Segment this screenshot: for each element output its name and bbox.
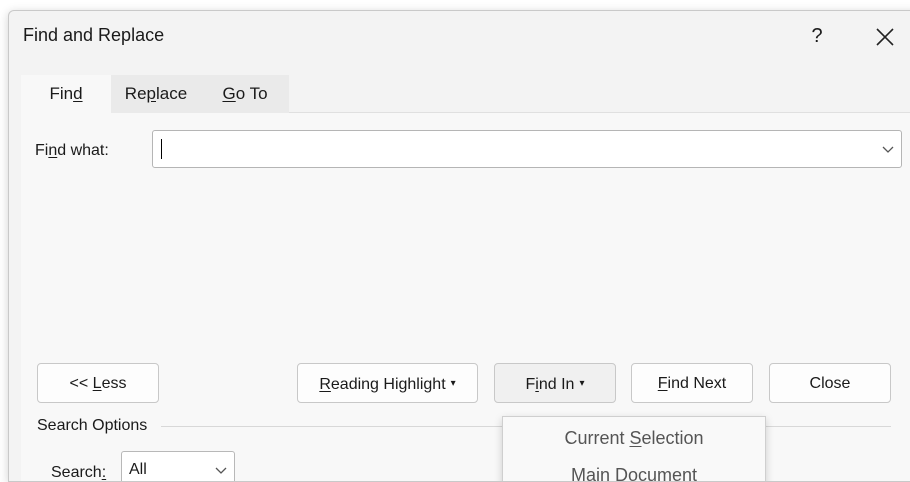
tab-replace-label-pre: Re — [124, 84, 147, 103]
tab-find-label-pre: Fin — [49, 84, 74, 103]
find-what-label: Find what: — [35, 142, 109, 160]
find-next-accel: F — [657, 375, 668, 392]
find-what-label-pre: Fi — [35, 142, 49, 159]
menu-item-current-selection[interactable]: Current Selection — [503, 420, 765, 456]
menu-item-current-selection-accel: S — [629, 428, 642, 448]
find-next-button[interactable]: Find Next — [631, 363, 753, 403]
menu-item-current-selection-post: election — [641, 428, 704, 448]
tab-find[interactable]: Find — [21, 75, 111, 114]
less-button-pre: << — [69, 375, 93, 392]
tab-find-label-accel: d — [73, 84, 83, 103]
search-direction-select[interactable]: All — [121, 451, 235, 481]
close-icon[interactable] — [871, 23, 899, 51]
tab-go-to-label-post: o To — [235, 84, 268, 103]
tab-replace-label-post: lace — [156, 84, 188, 103]
search-direction-value: All — [129, 461, 147, 478]
less-button[interactable]: << Less — [37, 363, 159, 403]
find-what-label-accel: n — [48, 142, 58, 159]
menu-item-main-document-accel: M — [570, 465, 586, 482]
text-caret — [161, 139, 162, 159]
find-next-post: ind Next — [667, 375, 727, 392]
search-options-heading: Search Options — [37, 417, 148, 434]
less-button-post: ess — [101, 375, 127, 392]
close-button[interactable]: Close — [769, 363, 891, 403]
menu-item-current-selection-pre: Current — [564, 428, 630, 448]
tab-replace-label-accel: p — [146, 84, 156, 103]
tab-go-to-label-accel: G — [222, 84, 236, 103]
chevron-down-icon[interactable] — [877, 137, 899, 161]
reading-highlight-button[interactable]: Reading Highlight ▾ — [297, 363, 478, 403]
dialog-title: Find and Replace — [23, 25, 165, 45]
less-button-accel: L — [92, 375, 102, 392]
find-in-menu: Current Selection Main Document — [502, 416, 766, 482]
title-bar: Find and Replace ? — [9, 11, 910, 61]
reading-highlight-post: eading Highlight — [330, 376, 446, 393]
find-replace-dialog: Find and Replace ? Find Replace Go To Fi… — [8, 10, 910, 482]
find-in-button[interactable]: Find In ▾ — [494, 363, 616, 403]
search-label-pre: Search — [51, 464, 102, 481]
dropdown-arrow-icon: ▾ — [579, 378, 585, 389]
help-button[interactable]: ? — [805, 22, 829, 50]
search-label-accel: : — [101, 464, 107, 481]
find-in-pre: F — [525, 376, 536, 393]
tab-replace[interactable]: Replace — [111, 75, 201, 114]
reading-highlight-accel: R — [319, 376, 331, 393]
find-what-label-post: d what: — [57, 142, 109, 159]
dropdown-arrow-icon: ▾ — [450, 378, 456, 389]
find-what-input[interactable] — [152, 130, 902, 168]
search-label: Search: — [51, 464, 107, 481]
menu-item-main-document-post: ain Document — [585, 465, 698, 482]
find-in-post: nd In — [538, 376, 575, 393]
chevron-down-icon[interactable] — [212, 460, 230, 480]
menu-item-main-document[interactable]: Main Document — [503, 457, 765, 482]
tab-go-to[interactable]: Go To — [201, 75, 289, 114]
